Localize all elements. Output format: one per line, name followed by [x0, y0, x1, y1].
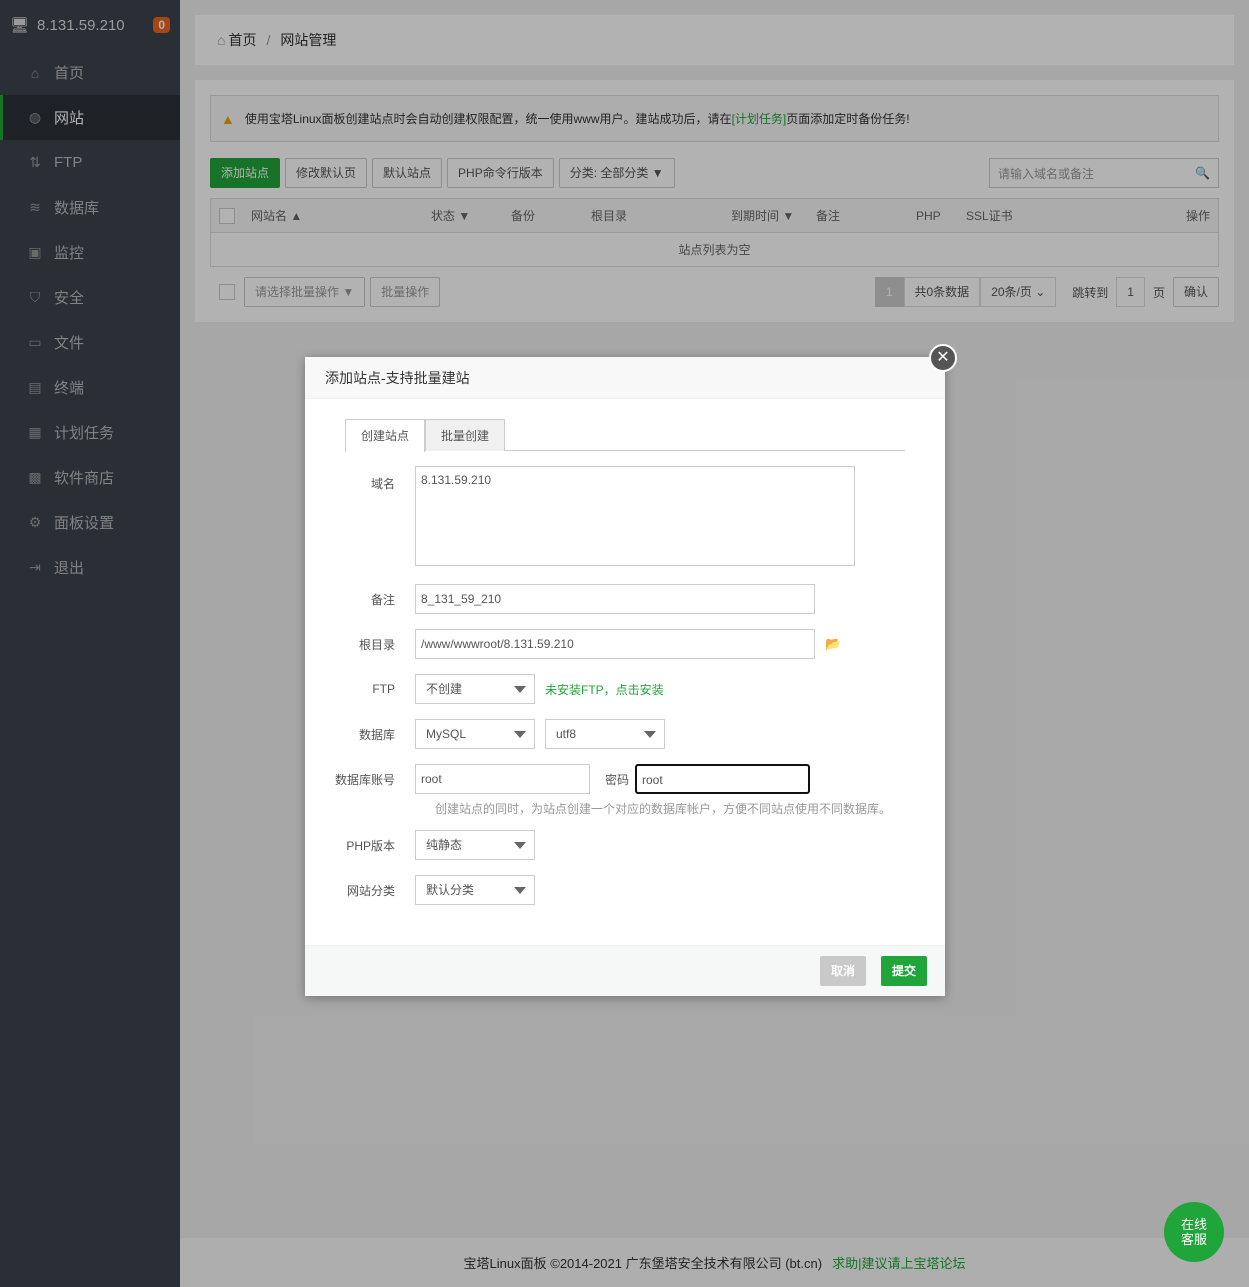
ftp-select[interactable]: 不创建 [415, 674, 535, 704]
php-version-select[interactable]: 纯静态 [415, 830, 535, 860]
submit-button[interactable]: 提交 [880, 956, 927, 986]
db-user-label: 数据库账号 [334, 772, 395, 787]
dialog-footer: 取消 提交 [305, 945, 945, 996]
dialog-tabs: 创建站点 批量创建 [345, 419, 905, 452]
root-dir-input[interactable]: /www/wwwroot/8.131.59.210 [415, 629, 815, 659]
chevron-down-icon [514, 686, 526, 693]
php-label: PHP版本 [346, 838, 395, 853]
site-category-select[interactable]: 默认分类 [415, 875, 535, 905]
online-support-button[interactable]: 在线 客服 [1164, 1202, 1224, 1262]
add-site-dialog: 添加站点-支持批量建站 创建站点 批量创建 域名 8.131.59.210 备注… [305, 357, 945, 996]
dialog-title: 添加站点-支持批量建站 [305, 357, 945, 399]
domain-textarea[interactable]: 8.131.59.210 [415, 466, 855, 566]
password-label: 密码 [605, 772, 630, 787]
ftp-label: FTP [372, 682, 395, 696]
close-icon[interactable]: ✕ [929, 344, 957, 372]
install-ftp-link[interactable]: 未安装FTP，点击安装 [545, 681, 664, 698]
remark-input[interactable]: 8_131_59_210 [415, 584, 815, 614]
cancel-button[interactable]: 取消 [819, 956, 866, 986]
remark-label: 备注 [370, 592, 395, 607]
db-type-select[interactable]: MySQL [415, 719, 535, 749]
db-label: 数据库 [358, 727, 395, 742]
root-label: 根目录 [358, 637, 395, 652]
db-user-input[interactable]: root [415, 764, 590, 794]
chevron-down-icon [514, 731, 526, 738]
db-password-input[interactable]: root [635, 764, 811, 794]
tab-batch-create[interactable]: 批量创建 [425, 419, 506, 451]
chevron-down-icon [514, 887, 526, 894]
db-hint: 创建站点的同时，为站点创建一个对应的数据库帐户，方便不同站点使用不同数据库。 [435, 802, 892, 816]
chevron-down-icon [644, 731, 656, 738]
tab-create-site[interactable]: 创建站点 [345, 419, 426, 452]
category-label: 网站分类 [346, 883, 395, 898]
chevron-down-icon [514, 842, 526, 849]
domain-label: 域名 [370, 477, 395, 491]
charset-select[interactable]: utf8 [545, 719, 665, 749]
folder-open-icon[interactable]: 📂 [825, 636, 841, 652]
